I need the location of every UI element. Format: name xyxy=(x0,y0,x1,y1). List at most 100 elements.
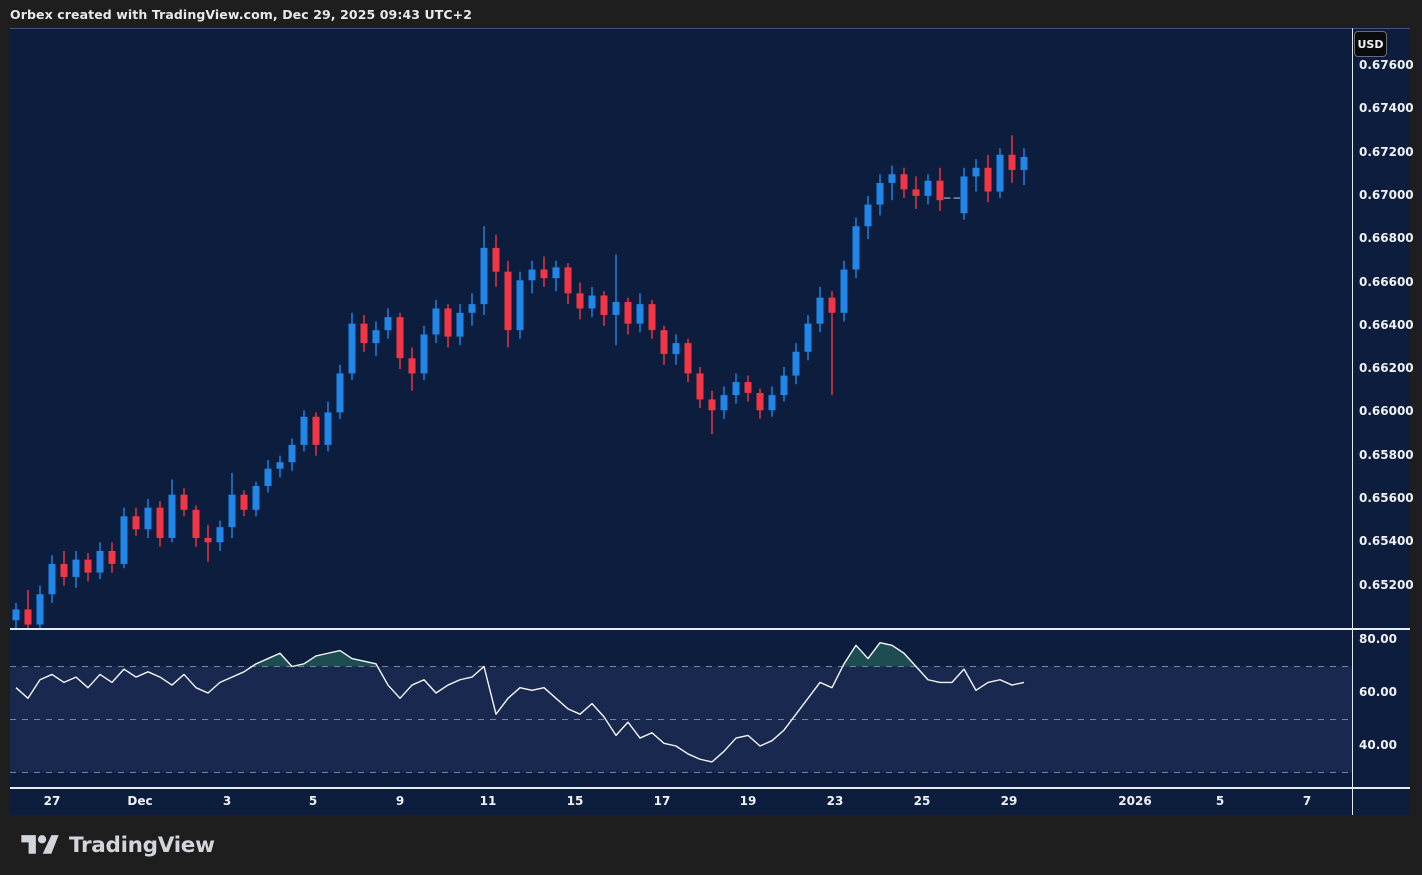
candle-body xyxy=(1009,155,1016,170)
candle-wick xyxy=(711,391,712,434)
doji-candle xyxy=(944,197,951,199)
candle-body xyxy=(157,508,164,538)
candle-body xyxy=(481,248,488,304)
time-axis[interactable]: 27Dec35911151719232529202657 xyxy=(10,788,1352,815)
candlestick-chart[interactable] xyxy=(10,28,1352,628)
panel-top-border xyxy=(10,28,1410,29)
tradingview-logo[interactable]: TradingView xyxy=(21,831,215,860)
candle-body xyxy=(13,609,20,620)
candle-body xyxy=(793,352,800,376)
candle-body xyxy=(73,560,80,577)
tradingview-logo-icon xyxy=(21,831,59,860)
candle-body xyxy=(769,395,776,410)
time-tick-label: 29 xyxy=(1001,794,1018,808)
price-tick-label: 0.65600 xyxy=(1359,491,1414,505)
chart-attribution-title: Orbex created with TradingView.com, Dec … xyxy=(0,7,472,22)
candle-body xyxy=(589,295,596,308)
candle-body xyxy=(253,486,260,510)
price-tick-label: 0.65400 xyxy=(1359,534,1414,548)
candle-body xyxy=(721,395,728,410)
candle-body xyxy=(1021,157,1028,170)
candle-body xyxy=(133,516,140,529)
candle-body xyxy=(229,495,236,527)
time-tick-label: 19 xyxy=(740,794,757,808)
candle-body xyxy=(853,226,860,269)
candle-body xyxy=(877,183,884,205)
candle-body xyxy=(925,181,932,196)
candle-body xyxy=(649,304,656,330)
time-tick-label: 7 xyxy=(1303,794,1311,808)
candle-body xyxy=(805,324,812,352)
candle-body xyxy=(685,343,692,373)
candle-wick xyxy=(615,254,616,345)
candle-body xyxy=(337,373,344,412)
candle-body xyxy=(325,412,332,444)
candle-body xyxy=(193,510,200,538)
candle-body xyxy=(49,564,56,594)
candle-body xyxy=(37,594,44,624)
time-tick-label: 3 xyxy=(223,794,231,808)
price-tick-label: 0.66000 xyxy=(1359,404,1414,418)
candle-body xyxy=(637,304,644,323)
candle-body xyxy=(625,302,632,324)
doji-candle xyxy=(954,197,961,199)
candle-body xyxy=(757,393,764,410)
candle-body xyxy=(181,495,188,510)
candle-body xyxy=(313,417,320,445)
time-tick-label: 25 xyxy=(914,794,931,808)
price-tick-label: 0.67200 xyxy=(1359,145,1414,159)
time-tick-label: 2026 xyxy=(1118,794,1151,808)
candle-body xyxy=(373,330,380,343)
candle-body xyxy=(901,174,908,189)
candle-body xyxy=(361,324,368,343)
candle-body xyxy=(889,174,896,183)
currency-toggle-button[interactable]: USD xyxy=(1354,31,1387,57)
candle-body xyxy=(169,495,176,538)
price-tick-label: 0.65200 xyxy=(1359,578,1414,592)
candle-body xyxy=(385,317,392,330)
candle-body xyxy=(565,267,572,293)
rsi-tick-label: 60.00 xyxy=(1359,685,1397,699)
time-tick-label: 17 xyxy=(654,794,671,808)
tradingview-published-chart: { "header": { "title": "Orbex created wi… xyxy=(0,0,1422,875)
candle-body xyxy=(493,248,500,272)
rsi-chart[interactable] xyxy=(10,629,1352,787)
main-price-panel[interactable] xyxy=(10,28,1352,628)
candle-body xyxy=(697,373,704,399)
axis-separator xyxy=(10,787,1410,789)
rsi-panel[interactable] xyxy=(10,629,1352,787)
candle-body xyxy=(913,189,920,195)
time-tick-label: 15 xyxy=(567,794,584,808)
candle-body xyxy=(505,272,512,330)
time-tick-label: 23 xyxy=(827,794,844,808)
candle-body xyxy=(997,155,1004,192)
candle-body xyxy=(961,176,968,213)
candle-body xyxy=(553,267,560,278)
candle-body xyxy=(577,293,584,308)
candle-body xyxy=(937,181,944,200)
time-tick-label: 27 xyxy=(44,794,61,808)
time-tick-label: 11 xyxy=(480,794,497,808)
price-axis[interactable]: USD 0.676000.674000.672000.670000.668000… xyxy=(1352,28,1410,815)
candle-body xyxy=(397,317,404,358)
price-tick-label: 0.65800 xyxy=(1359,448,1414,462)
price-tick-label: 0.67400 xyxy=(1359,101,1414,115)
rsi-tick-label: 80.00 xyxy=(1359,632,1397,646)
candle-body xyxy=(61,564,68,577)
price-tick-label: 0.66400 xyxy=(1359,318,1414,332)
time-tick-label: 5 xyxy=(309,794,317,808)
pane-separator[interactable] xyxy=(10,628,1410,630)
candle-body xyxy=(289,445,296,462)
candle-wick xyxy=(207,525,208,562)
candle-body xyxy=(529,270,536,281)
candle-body xyxy=(301,417,308,445)
candle-body xyxy=(433,308,440,334)
candle-body xyxy=(541,270,548,279)
candle-body xyxy=(97,551,104,573)
bottom-brand-bar: TradingView xyxy=(0,815,1422,875)
rsi-tick-label: 40.00 xyxy=(1359,738,1397,752)
price-tick-label: 0.67600 xyxy=(1359,58,1414,72)
candle-body xyxy=(25,609,32,624)
candle-body xyxy=(217,527,224,542)
candle-body xyxy=(457,313,464,337)
